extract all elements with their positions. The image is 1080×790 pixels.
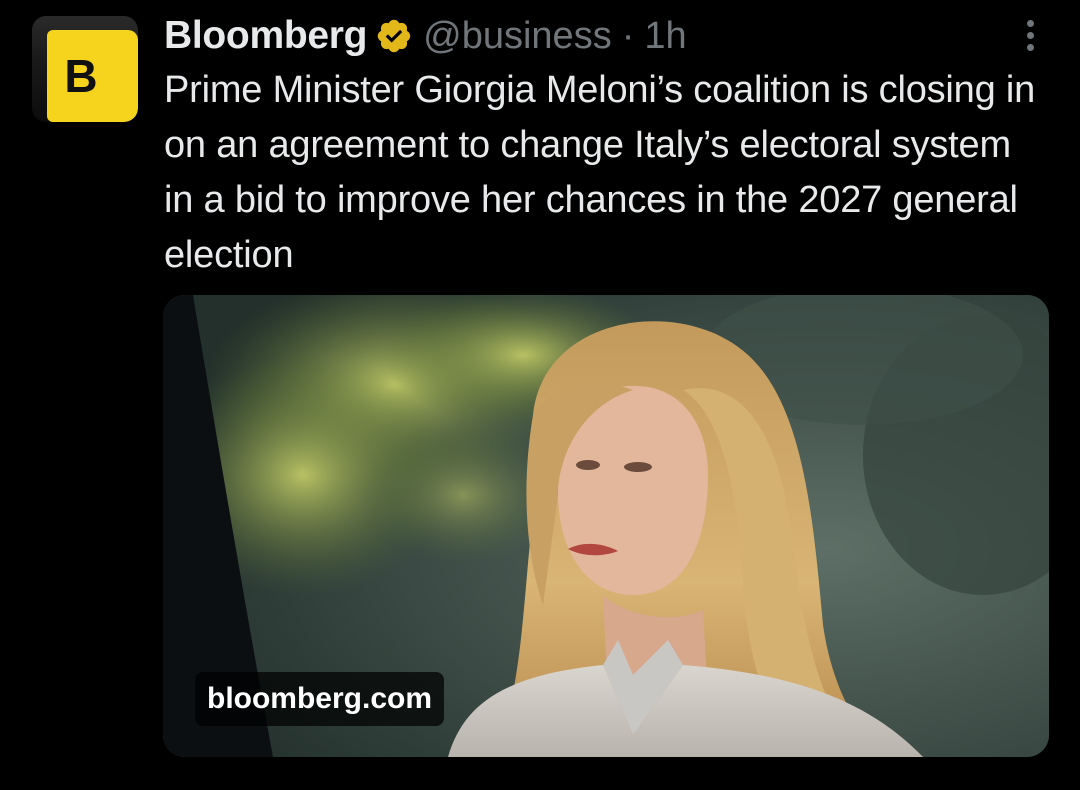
link-domain-badge: bloomberg.com bbox=[195, 672, 445, 726]
avatar-logo-letter: B bbox=[64, 50, 98, 102]
tweet-header: Bloomberg @business · 1h bbox=[164, 8, 687, 64]
timestamp[interactable]: 1h bbox=[644, 15, 686, 58]
avatar[interactable]: B bbox=[32, 16, 138, 122]
verified-badge-icon[interactable] bbox=[375, 17, 413, 55]
display-name[interactable]: Bloomberg bbox=[164, 14, 367, 58]
user-handle[interactable]: @business bbox=[423, 15, 612, 58]
link-card-image[interactable]: bloomberg.com bbox=[163, 295, 1049, 757]
separator-dot: · bbox=[621, 14, 635, 57]
tweet[interactable]: B Bloomberg @business · 1h Prime Ministe… bbox=[0, 0, 1080, 790]
tweet-text: Prime Minister Giorgia Meloni’s coalitio… bbox=[164, 69, 1036, 276]
more-options-icon[interactable] bbox=[1020, 20, 1040, 58]
